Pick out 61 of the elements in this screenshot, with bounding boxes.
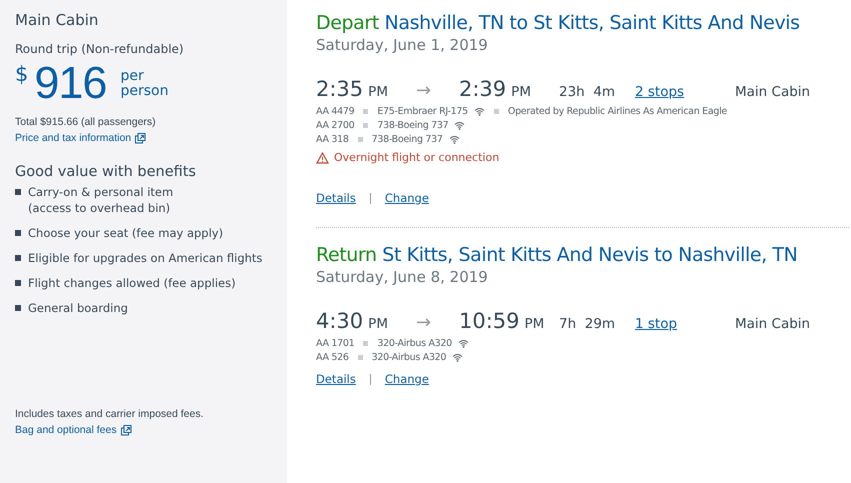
slice-link[interactable]: Details xyxy=(316,191,356,205)
fees-note: Includes taxes and carrier imposed fees. xyxy=(15,408,205,420)
bullet-icon xyxy=(15,230,21,236)
separator-icon xyxy=(363,123,368,128)
cabin-class: Main Cabin xyxy=(735,316,812,332)
flight-number: AA 1701 xyxy=(316,338,354,349)
flight-number: AA 2700 xyxy=(316,120,354,131)
total-price: Total $915.66 (all passengers) xyxy=(15,116,157,128)
arrow-icon: → xyxy=(416,312,459,333)
benefit-text: Flight changes allowed (fee applies) xyxy=(28,275,236,291)
aircraft-type: 738-Boeing 737 xyxy=(372,134,443,145)
trip-type: Round trip (Non-refundable) xyxy=(15,42,185,56)
warning-text: Overnight flight or connection xyxy=(334,151,500,164)
arrow-icon: → xyxy=(416,80,459,101)
departure-time: 4:30 PM xyxy=(316,309,389,333)
external-link-icon xyxy=(135,132,146,144)
stops-link[interactable]: 2 stops xyxy=(635,84,684,100)
aircraft-type: 320-Airbus A320 xyxy=(372,352,446,363)
price-amount: 916 xyxy=(34,58,106,108)
flight-number: AA 526 xyxy=(316,352,349,363)
flight-number: AA 4479 xyxy=(316,106,354,117)
warning-icon xyxy=(316,152,329,164)
slice-link[interactable]: Details xyxy=(316,372,356,386)
slice-date: Saturday, June 8, 2019 xyxy=(316,268,489,286)
bullet-icon xyxy=(15,255,21,261)
slice-link[interactable]: Change xyxy=(384,372,429,386)
cabin-title: Main Cabin xyxy=(15,11,100,29)
external-link-icon xyxy=(120,424,132,436)
separator-icon xyxy=(494,109,499,114)
benefit-text: Eligible for upgrades on American flights xyxy=(28,250,262,266)
arrival-time: 2:39 PM xyxy=(459,77,532,101)
bullet-icon xyxy=(15,305,21,311)
trip-duration: 7h 29m xyxy=(559,316,616,332)
benefit-text: Choose your seat (fee may apply) xyxy=(28,225,224,241)
trip-duration: 23h 4m xyxy=(559,84,616,100)
benefit-text: Carry-on & personal item (access to overhead bin) xyxy=(28,184,174,216)
bag-fees-link[interactable]: Bag and optional fees xyxy=(15,424,132,436)
slice-heading: Return St Kitts, Saint Kitts And Nevis to Nashville, TN xyxy=(316,244,798,266)
benefits-title: Good value with benefits xyxy=(15,164,197,180)
arrival-time: 10:59 PM xyxy=(459,309,546,333)
bullet-icon xyxy=(15,189,21,195)
slice-heading: Depart Nashville, TN to St Kitts, Saint Kitts And Nevis xyxy=(316,12,801,34)
aircraft-type: 738-Boeing 737 xyxy=(377,120,448,131)
bullet-icon xyxy=(15,280,21,286)
slice-link[interactable]: Change xyxy=(384,191,429,205)
operator-text: Operated by Republic Airlines As American Eagle xyxy=(508,106,727,117)
separator-icon xyxy=(363,109,368,114)
price-info-link[interactable]: Price and tax information xyxy=(15,132,146,144)
departure-time: 2:35 PM xyxy=(316,77,389,101)
separator-icon xyxy=(358,137,363,142)
stops-link[interactable]: 1 stop xyxy=(635,316,678,332)
separator-icon xyxy=(358,355,363,360)
separator-icon xyxy=(363,341,368,346)
benefit-text: General boarding xyxy=(28,300,128,316)
flight-number: AA 318 xyxy=(316,134,349,145)
price-unit: per person xyxy=(120,69,168,99)
aircraft-type: 320-Airbus A320 xyxy=(377,338,452,349)
aircraft-type: E75-Embraer RJ-175 xyxy=(377,106,468,117)
slice-date: Saturday, June 1, 2019 xyxy=(316,36,489,54)
cabin-class: Main Cabin xyxy=(735,84,812,100)
currency-symbol: $ xyxy=(15,62,28,86)
